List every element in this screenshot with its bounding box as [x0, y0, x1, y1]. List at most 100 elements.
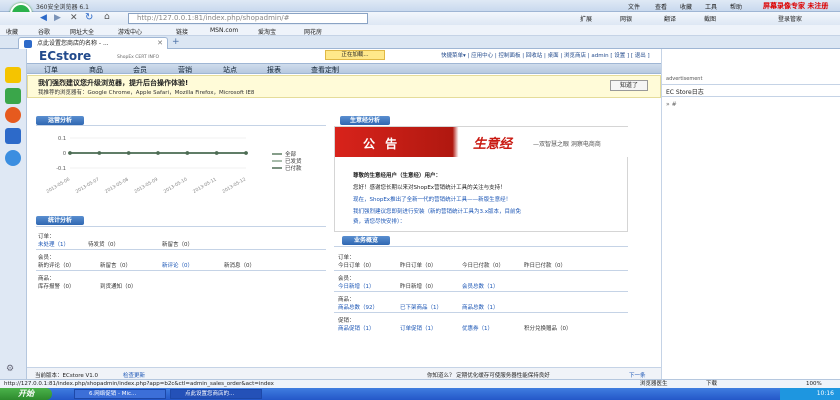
- new-tab-icon[interactable]: +: [172, 37, 180, 47]
- bookmark-favorites[interactable]: 收藏: [6, 27, 18, 36]
- bookmark-huafang[interactable]: 网花房: [304, 27, 322, 36]
- right-panel-divider-2: [662, 96, 840, 97]
- ad-line-3: 我们强烈建议您即刻进行安装（新的营销统计工具为3.x版本，目前免: [353, 209, 522, 215]
- data-point: [68, 151, 72, 155]
- biz-offshelf-goods[interactable]: 已下架商品（1）: [400, 303, 442, 311]
- admin-footer: 当前版本：ECstore V1.0 检查更新 你知道么？ 定期优化缓存可使服务器…: [27, 367, 661, 379]
- menu-members[interactable]: 会员: [133, 65, 147, 75]
- browser-doctor[interactable]: 浏览器医生: [640, 380, 668, 388]
- biz-order-label: 订单：: [338, 255, 355, 261]
- menu-goods[interactable]: 商品: [89, 65, 103, 75]
- stat-new-message[interactable]: 新留言（0）: [100, 261, 131, 269]
- data-point: [214, 151, 219, 155]
- stat-order-msg[interactable]: 新留言（0）: [162, 240, 193, 248]
- data-point: [185, 151, 190, 155]
- menu-file[interactable]: 文件: [628, 2, 640, 11]
- tab-shop[interactable]: 点此设置您商店的名称 - ... ✕: [18, 37, 168, 49]
- menu-help[interactable]: 帮助: [730, 2, 742, 11]
- download-status[interactable]: 下载: [706, 380, 717, 388]
- menu-tools[interactable]: 工具: [705, 2, 717, 11]
- biz-yesterday-members[interactable]: 昨日新增（0）: [400, 282, 437, 290]
- browser-sidebar: ⚙: [0, 49, 27, 379]
- biz-today-orders[interactable]: 今日订单（0）: [338, 261, 375, 269]
- ext-login[interactable]: 登录管家: [778, 14, 802, 23]
- download-icon[interactable]: [5, 128, 21, 144]
- home-icon[interactable]: ⌂: [104, 12, 110, 22]
- biz-goods-count[interactable]: 商品总数（1）: [462, 303, 499, 311]
- right-panel-item[interactable]: EC Store日志: [666, 87, 704, 96]
- biz-goods-promo[interactable]: 商品促销（1）: [338, 324, 375, 332]
- y-tick-label: -0.1: [56, 166, 66, 172]
- penguin-icon[interactable]: [5, 150, 21, 166]
- star-icon[interactable]: [5, 67, 21, 83]
- bookmark-links[interactable]: 链接: [176, 27, 188, 36]
- ad-line-2[interactable]: 现在，ShopEx推出了全新一代的营销统计工具——新版生意经！: [353, 195, 511, 203]
- stat-stock-alert[interactable]: 库存报警（0）: [38, 282, 75, 290]
- stats-section-title: 统计分析: [36, 216, 84, 225]
- menu-reports[interactable]: 报表: [267, 65, 281, 75]
- bookmark-hao123[interactable]: 网址大全: [70, 27, 94, 36]
- menu-site[interactable]: 站点: [223, 65, 237, 75]
- biz-yesterday-orders[interactable]: 昨日订单（0）: [400, 261, 437, 269]
- browser-title: 360安全浏览器 6.1: [36, 4, 89, 11]
- stats-divider: [36, 226, 326, 227]
- header-links[interactable]: 快捷菜单▾ | 应用中心 | 控制面板 | 回收站 | 桌面 | 浏览商店 | …: [441, 51, 650, 59]
- zoom-level[interactable]: 100%: [806, 380, 822, 388]
- x-tick-label: 2013-05-10: [163, 176, 189, 194]
- menu-favorites[interactable]: 收藏: [680, 2, 692, 11]
- stat-new-notice[interactable]: 新消息（0）: [224, 261, 255, 269]
- ext-bank[interactable]: 网银: [620, 14, 632, 23]
- next-tip-link[interactable]: 下一条: [629, 371, 646, 379]
- biz-today-members[interactable]: 今日新增（1）: [338, 282, 375, 290]
- stat-arrival-notice[interactable]: 到货通知（0）: [100, 282, 137, 290]
- ext-extensions[interactable]: 扩展: [580, 14, 592, 23]
- ext-translate[interactable]: 翻译: [664, 14, 676, 23]
- stat-new-comments[interactable]: 新的评论（0）: [38, 261, 75, 269]
- x-tick-label: 2013-05-12: [221, 176, 247, 194]
- biz-section-title: 业务概览: [342, 236, 390, 245]
- menu-marketing[interactable]: 营销: [178, 65, 192, 75]
- biz-point-gifts[interactable]: 积分兑换赠品（0）: [524, 324, 572, 332]
- bookmark-google[interactable]: 谷歌: [38, 27, 50, 36]
- ad-brand-logo: 生意经: [473, 137, 513, 152]
- menu-orders[interactable]: 订单: [44, 65, 58, 75]
- weibo-icon[interactable]: [5, 107, 21, 123]
- stats-row-divider: [36, 249, 326, 250]
- notice-dismiss-button[interactable]: 知道了: [610, 80, 648, 91]
- biz-row-divider: [334, 270, 628, 271]
- task-word[interactable]: 6.网络促销 - Mic...: [74, 389, 166, 399]
- x-tick-label: 2013-05-06: [45, 176, 71, 194]
- x-tick-label: 2013-05-07: [75, 176, 101, 194]
- stat-pending[interactable]: 未处理（1）: [38, 240, 69, 248]
- biz-today-paid[interactable]: 今日已付款（0）: [462, 261, 504, 269]
- biz-order-promo[interactable]: 订单促销（1）: [400, 324, 437, 332]
- menu-view[interactable]: 查看: [655, 2, 667, 11]
- biz-total-goods[interactable]: 商品总数（92）: [338, 303, 378, 311]
- stat-to-ship[interactable]: 待发货（0）: [88, 240, 119, 248]
- biz-yesterday-paid[interactable]: 昨日已付款（0）: [524, 261, 566, 269]
- refresh-icon[interactable]: ↻: [85, 12, 93, 23]
- task-browser[interactable]: 点此设置您商店的...: [170, 389, 262, 399]
- check-update-link[interactable]: 检查更新: [123, 371, 145, 379]
- data-point: [156, 151, 160, 155]
- address-bar[interactable]: http://127.0.0.1:81/index.php/shopadmin/…: [128, 13, 368, 24]
- forward-icon[interactable]: ▶: [54, 13, 61, 23]
- biz-total-members[interactable]: 会员总数（1）: [462, 282, 499, 290]
- stat-new-review[interactable]: 新评论（0）: [162, 261, 193, 269]
- bookmark-msn[interactable]: MSN.com: [210, 27, 238, 34]
- tab-close-icon[interactable]: ✕: [157, 38, 163, 49]
- settings-icon[interactable]: ⚙: [6, 364, 14, 374]
- chat-icon[interactable]: [5, 88, 21, 104]
- back-icon[interactable]: ◀: [40, 13, 47, 23]
- bookmark-games[interactable]: 游戏中心: [118, 27, 142, 36]
- bookmark-taobao[interactable]: 爱淘宝: [258, 27, 276, 36]
- start-button[interactable]: 开始: [0, 388, 52, 400]
- menu-customize[interactable]: 查看定制: [311, 65, 339, 75]
- right-panel-expand[interactable]: » #: [666, 101, 677, 108]
- browser-navbar: ◀ ▶ ✕ ↻ ⌂ 扩展 网银 翻译 截图 登录管家: [0, 12, 840, 25]
- biz-coupons[interactable]: 优惠券（1）: [462, 324, 493, 332]
- version-text: 当前版本：ECstore V1.0: [35, 373, 98, 379]
- ext-screenshot[interactable]: 截图: [704, 14, 716, 23]
- browser-statusbar: http://127.0.0.1:81/index.php/shopadmin/…: [0, 379, 840, 388]
- close-icon[interactable]: ✕: [70, 13, 78, 23]
